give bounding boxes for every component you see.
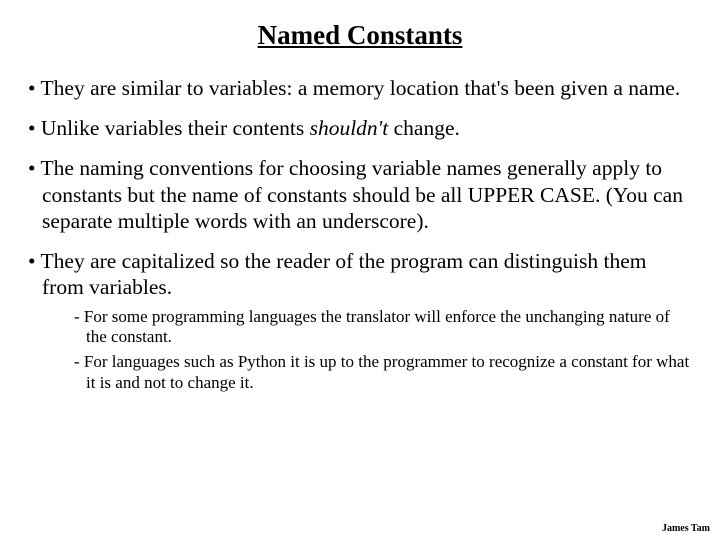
bullet-list: They are similar to variables: a memory … xyxy=(28,75,692,393)
bullet-item: The naming conventions for choosing vari… xyxy=(28,155,692,234)
bullet-item: They are similar to variables: a memory … xyxy=(28,75,692,101)
sub-bullet-list: For some programming languages the trans… xyxy=(74,307,692,394)
bullet-text: They are capitalized so the reader of th… xyxy=(41,249,647,299)
sub-bullet-item: For languages such as Python it is up to… xyxy=(74,352,692,393)
footer-author: James Tam xyxy=(662,523,710,534)
bullet-emphasis: shouldn't xyxy=(310,116,389,140)
bullet-text: Unlike variables their contents xyxy=(41,116,310,140)
slide: Named Constants They are similar to vari… xyxy=(0,0,720,393)
bullet-text: change. xyxy=(388,116,460,140)
slide-title: Named Constants xyxy=(28,20,692,51)
bullet-item: Unlike variables their contents shouldn'… xyxy=(28,115,692,141)
bullet-item: They are capitalized so the reader of th… xyxy=(28,248,692,393)
sub-bullet-item: For some programming languages the trans… xyxy=(74,307,692,348)
